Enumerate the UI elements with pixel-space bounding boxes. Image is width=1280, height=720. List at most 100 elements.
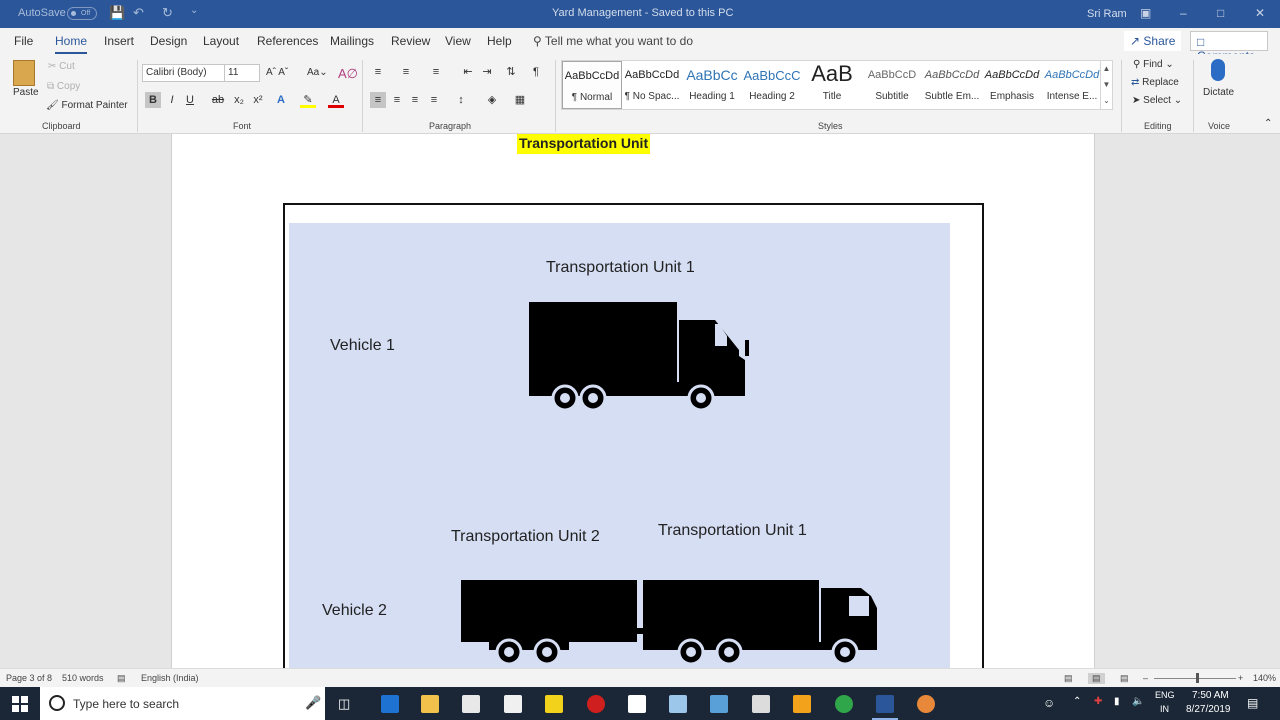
- strikethrough-button[interactable]: ab: [210, 92, 226, 108]
- cut-button[interactable]: ✂ Cut: [48, 61, 75, 72]
- text-effects-icon[interactable]: A: [273, 92, 289, 108]
- style-subtle-emphasis[interactable]: AaBbCcDd Subtle Em...: [922, 61, 982, 109]
- borders-icon[interactable]: ▦: [512, 92, 528, 108]
- align-right-icon[interactable]: ≡: [407, 92, 423, 108]
- close-icon[interactable]: ✕: [1255, 6, 1265, 20]
- word-count[interactable]: 510 words: [62, 673, 104, 683]
- bullets-icon[interactable]: ≡: [370, 64, 386, 80]
- windows-start-icon[interactable]: [12, 696, 28, 712]
- undo-icon[interactable]: ↶: [133, 5, 144, 21]
- font-size-select[interactable]: 11: [224, 64, 260, 82]
- mail-icon[interactable]: [504, 695, 522, 713]
- tab-design[interactable]: Design: [150, 34, 187, 48]
- store-icon[interactable]: [462, 695, 480, 713]
- autosave-toggle[interactable]: Off: [67, 7, 97, 20]
- grow-font-icon[interactable]: Aˆ Aˇ: [266, 67, 288, 78]
- language-indicator-top[interactable]: ENG: [1155, 690, 1175, 700]
- style-heading-1[interactable]: AaBbCc Heading 1: [682, 61, 742, 109]
- collapse-ribbon-icon[interactable]: ⌃: [1264, 118, 1272, 129]
- copy-button[interactable]: ⧉ Copy: [47, 81, 80, 92]
- task-view-icon[interactable]: ◫: [338, 696, 350, 712]
- style-no-spacing[interactable]: AaBbCcDd ¶ No Spac...: [622, 61, 682, 109]
- notifications-icon[interactable]: ▤: [1247, 696, 1258, 710]
- style-subtitle[interactable]: AaBbCcD Subtitle: [862, 61, 922, 109]
- numbering-icon[interactable]: ≡: [398, 64, 414, 80]
- ribbon-display-icon[interactable]: ▣: [1140, 6, 1151, 20]
- bold-button[interactable]: B: [145, 92, 161, 108]
- word-icon[interactable]: [876, 695, 894, 713]
- antivirus-tray-icon[interactable]: ✚: [1094, 696, 1102, 707]
- increase-indent-icon[interactable]: ⇥: [479, 64, 495, 80]
- style-title[interactable]: AaB Title: [802, 61, 862, 109]
- minimize-icon[interactable]: –: [1180, 6, 1187, 20]
- app-icon[interactable]: [917, 695, 935, 713]
- italic-button[interactable]: I: [164, 92, 180, 108]
- tab-help[interactable]: Help: [487, 34, 512, 48]
- taskbar-search[interactable]: Type here to search 🎤: [40, 687, 325, 720]
- edge-icon[interactable]: [381, 695, 399, 713]
- snipping-tool-icon[interactable]: [669, 695, 687, 713]
- print-layout-icon[interactable]: ▤: [1088, 673, 1105, 684]
- multilevel-list-icon[interactable]: ≡: [428, 64, 444, 80]
- tab-mailings[interactable]: Mailings: [330, 34, 374, 48]
- user-name[interactable]: Sri Ram: [1087, 8, 1127, 20]
- language-indicator[interactable]: English (India): [141, 673, 199, 683]
- tab-review[interactable]: Review: [391, 34, 430, 48]
- clear-formatting-icon[interactable]: A∅: [338, 66, 358, 82]
- microphone-icon[interactable]: [1211, 59, 1225, 81]
- find-button[interactable]: ⚲ Find ⌄: [1133, 59, 1174, 70]
- decrease-indent-icon[interactable]: ⇤: [460, 64, 476, 80]
- zoom-out-icon[interactable]: –: [1143, 673, 1148, 683]
- style-normal[interactable]: AaBbCcDd ¶ Normal: [562, 61, 622, 109]
- tab-home[interactable]: Home: [55, 34, 88, 54]
- pen-app-icon[interactable]: [710, 695, 728, 713]
- format-painter-button[interactable]: 🖌 Format Painter: [46, 100, 128, 111]
- shading-icon[interactable]: ◈: [484, 92, 500, 108]
- justify-icon[interactable]: ≡: [426, 92, 442, 108]
- tab-insert[interactable]: Insert: [104, 34, 134, 48]
- subscript-button[interactable]: x₂: [231, 92, 247, 108]
- style-heading-2[interactable]: AaBbCcC Heading 2: [742, 61, 802, 109]
- underline-button[interactable]: U: [182, 92, 198, 108]
- comments-button[interactable]: □ Comments: [1190, 31, 1268, 63]
- zoom-in-icon[interactable]: +: [1238, 673, 1243, 683]
- styles-scroll-icon[interactable]: ▲ ▼ ⌄: [1100, 61, 1112, 109]
- diagram-image[interactable]: Transportation Unit 1 Vehicle 1 Transpor…: [289, 223, 950, 668]
- style-intense-emphasis[interactable]: AaBbCcDd Intense E...: [1042, 61, 1102, 109]
- share-button[interactable]: ↗ Share: [1124, 31, 1182, 51]
- zoom-slider-thumb[interactable]: [1196, 673, 1199, 683]
- style-emphasis[interactable]: AaBbCcDd Emphasis: [982, 61, 1042, 109]
- tab-file[interactable]: File: [14, 34, 33, 48]
- replace-button[interactable]: ⇄ Replace: [1131, 77, 1179, 88]
- web-layout-icon[interactable]: ▤: [1120, 673, 1129, 684]
- opera-icon[interactable]: [587, 695, 605, 713]
- page-count[interactable]: Page 3 of 8: [6, 673, 52, 683]
- highlight-icon[interactable]: ✎: [300, 92, 316, 108]
- microphone-icon[interactable]: 🎤: [305, 695, 321, 711]
- align-left-icon[interactable]: ≡: [370, 92, 386, 108]
- battery-icon[interactable]: ▮: [1114, 696, 1120, 707]
- paste-icon[interactable]: [13, 60, 35, 86]
- chrome-icon[interactable]: [835, 695, 853, 713]
- clock-time[interactable]: 7:50 AM: [1192, 690, 1229, 701]
- read-mode-icon[interactable]: ▤: [1064, 673, 1073, 684]
- file-explorer-icon[interactable]: [421, 695, 439, 713]
- sort-icon[interactable]: ⇅: [503, 64, 519, 80]
- font-name-select[interactable]: Calibri (Body): [142, 64, 226, 82]
- change-case-icon[interactable]: Aa⌄: [307, 67, 328, 78]
- maximize-icon[interactable]: □: [1217, 6, 1224, 20]
- zoom-slider-track[interactable]: [1154, 678, 1236, 679]
- language-indicator-bottom[interactable]: IN: [1160, 704, 1169, 714]
- show-formatting-icon[interactable]: ¶: [528, 64, 544, 80]
- tell-me-search[interactable]: ⚲ Tell me what you want to do: [533, 34, 693, 48]
- tab-references[interactable]: References: [257, 34, 318, 48]
- customize-qat-icon[interactable]: ⌄: [190, 5, 198, 16]
- font-color-icon[interactable]: A: [328, 92, 344, 108]
- sticky-notes-icon[interactable]: [545, 695, 563, 713]
- paste-button[interactable]: Paste: [13, 87, 39, 98]
- dictate-button[interactable]: Dictate: [1203, 87, 1234, 98]
- volume-icon[interactable]: 🔈: [1132, 696, 1144, 707]
- save-icon[interactable]: 💾: [109, 5, 125, 21]
- clock-date[interactable]: 8/27/2019: [1186, 704, 1231, 715]
- notes-app-icon[interactable]: [793, 695, 811, 713]
